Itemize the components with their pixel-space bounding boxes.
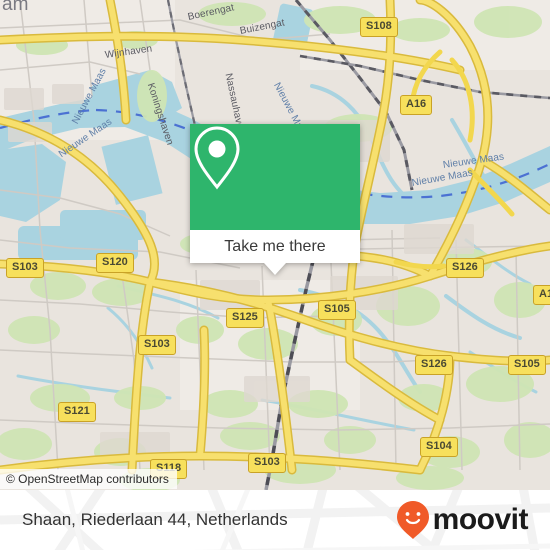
- route-shield: S103: [6, 258, 44, 278]
- route-shield: S103: [138, 335, 176, 355]
- route-shield: S121: [58, 402, 96, 422]
- callout-pointer: [264, 263, 286, 275]
- moovit-pin-icon: [396, 501, 429, 539]
- take-me-there-button[interactable]: Take me there: [190, 230, 360, 263]
- map-pin-icon: [194, 126, 240, 190]
- take-me-there-label: Take me there: [224, 237, 326, 255]
- route-shield: S126: [415, 355, 453, 375]
- route-shield: S105: [508, 355, 546, 375]
- route-shield: A16: [400, 95, 433, 115]
- route-shield: A1: [533, 285, 550, 305]
- location-callout-card[interactable]: Take me there: [190, 124, 360, 275]
- route-shield: S125: [226, 308, 264, 328]
- screenshot-root: am Wijnhaven Koningshaven Boerengat Buizeng…: [0, 0, 550, 550]
- route-shield: S105: [318, 300, 356, 320]
- route-shield: S126: [446, 258, 484, 278]
- moovit-wordmark: moovit: [432, 503, 529, 536]
- route-shield: S103: [248, 453, 286, 473]
- map-attribution[interactable]: © OpenStreetMap contributors: [0, 469, 177, 489]
- map-canvas[interactable]: am Wijnhaven Koningshaven Boerengat Buizeng…: [0, 0, 550, 490]
- moovit-logo[interactable]: moovit: [396, 490, 529, 550]
- route-shield: S120: [96, 253, 134, 273]
- page-title: Shaan, Riederlaan 44, Netherlands: [22, 510, 288, 529]
- route-shield: S108: [360, 17, 398, 37]
- route-shield: S104: [420, 437, 458, 457]
- callout-header: [190, 124, 360, 230]
- footer-bar: Shaan, Riederlaan 44, Netherlands moovit: [0, 490, 550, 550]
